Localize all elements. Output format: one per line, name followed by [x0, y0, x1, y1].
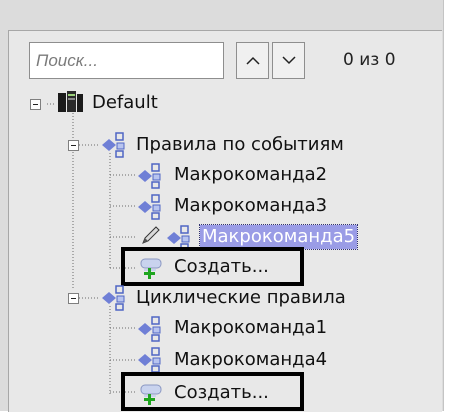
- server-icon: [58, 91, 83, 112]
- rule-group-icon: [102, 285, 125, 311]
- pencil-icon: [142, 226, 160, 244]
- tree-node-group-cyclic[interactable]: Циклические правила: [134, 284, 348, 312]
- macro-icon: [138, 194, 161, 220]
- tree-node-macro[interactable]: Макрокоманда1: [172, 314, 329, 342]
- tree-node-macro[interactable]: Макрокоманда3: [172, 192, 329, 220]
- macro-icon: [138, 163, 161, 189]
- rule-group-icon: [102, 132, 125, 158]
- macro-icon: [138, 316, 161, 342]
- highlight-box: [121, 372, 304, 411]
- macro-icon: [138, 347, 161, 373]
- highlight-box: [121, 247, 304, 286]
- tree-node-root[interactable]: Default: [90, 89, 160, 117]
- collapse-toggle-root[interactable]: [30, 99, 41, 110]
- tree-node-macro[interactable]: Макрокоманда4: [172, 346, 329, 374]
- tree-node-group-events[interactable]: Правила по событиям: [134, 131, 346, 159]
- collapse-toggle-group-2[interactable]: [68, 293, 79, 304]
- tree-node-macro[interactable]: Макрокоманда2: [172, 161, 329, 189]
- collapse-toggle-group-1[interactable]: [68, 140, 79, 151]
